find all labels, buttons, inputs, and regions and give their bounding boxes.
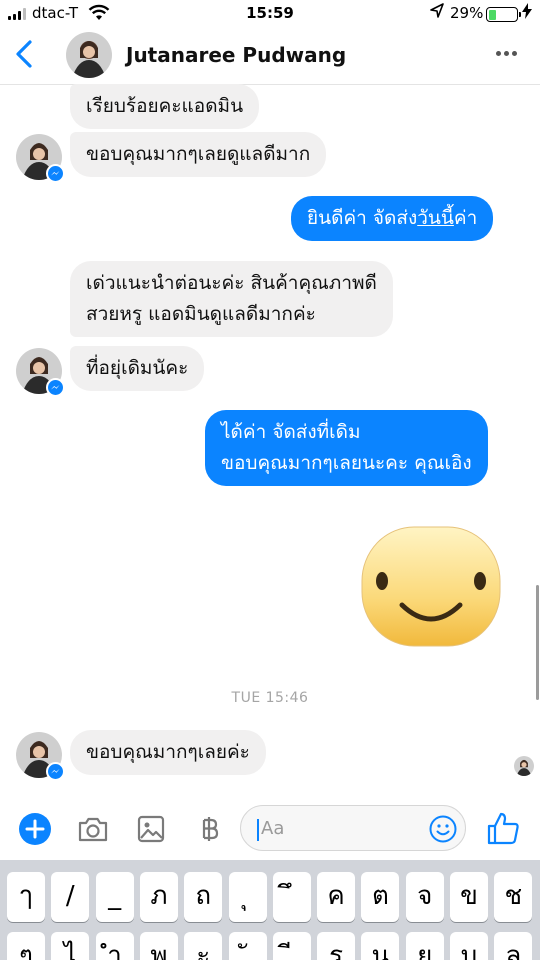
keyboard-key[interactable]: ย [405,932,444,960]
seen-indicator-avatar [514,756,534,776]
keyboard-key[interactable]: บ [450,932,488,960]
sender-avatar[interactable] [16,732,65,781]
message-input[interactable]: Aa [240,805,466,851]
message-text: ขอบคุณมากๆเลยดูแลดีมาก [86,143,311,165]
keyboard-key[interactable]: ช [494,872,533,922]
plus-icon[interactable] [18,812,52,846]
message-text: สวยหรู แอดมินดูแลดีมากค่ะ [86,303,316,325]
keyboard-key[interactable]: ึ [272,872,311,922]
avatar[interactable] [66,32,112,78]
keyboard-key[interactable]: ี [272,932,311,960]
message-text: ขอบคุณมากๆเลยนะคะ คุณเอิง [221,452,472,474]
keyboard-key[interactable]: ุ [228,872,267,922]
sender-avatar[interactable] [16,134,65,183]
conversation-header: Jutanaree Pudwang [0,30,540,85]
keyboard-key[interactable]: ต [361,872,400,922]
location-icon [430,3,444,23]
sender-avatar[interactable] [16,348,65,397]
thumbs-up-icon[interactable] [486,810,520,846]
message-bubble[interactable]: ขอบคุณมากๆเลยดูแลดีมาก [70,132,327,177]
camera-icon[interactable] [76,812,110,846]
thai-keyboard: ๅ/_ภถุึคตจขชๆไำพะัีรนยบล [0,860,540,960]
keyboard-key[interactable]: ล [494,932,533,960]
more-icon[interactable] [496,51,517,56]
messenger-badge-icon [46,164,65,183]
keyboard-key[interactable]: / [51,872,90,922]
message-bubble[interactable]: ยินดีค่า จัดส่งวันนี้ค่า [291,196,494,241]
keyboard-key[interactable]: ๅ [7,872,45,922]
back-icon[interactable] [10,34,40,74]
keyboard-key[interactable]: ำ [95,932,134,960]
message-bubble[interactable]: เรียบร้อยคะแอดมิน [70,84,260,129]
message-link-text[interactable]: วันนี้ [417,207,454,229]
keyboard-key[interactable]: น [361,932,400,960]
keyboard-key[interactable]: พ [139,932,178,960]
message-text: เรียบร้อยคะแอดมิน [86,95,244,117]
keyboard-key[interactable]: ะ [184,932,223,960]
message-bubble[interactable]: ได้ค่า จัดส่งที่เดิม ขอบคุณมากๆเลยนะคะ ค… [205,410,488,486]
scrollbar[interactable] [536,585,539,700]
message-text: ค่า [453,207,478,229]
keyboard-key[interactable]: ร [317,932,356,960]
keyboard-key[interactable]: ๆ [7,932,45,960]
message-text: ได้ค่า จัดส่งที่เดิม [221,421,361,443]
message-input-placeholder: Aa [261,818,285,839]
timestamp: TUE 15:46 [231,690,309,706]
keyboard-key[interactable]: ถ [184,872,223,922]
keyboard-key[interactable]: ภ [139,872,178,922]
message-text: เด่วแนะนำต่อนะค่ะ สินค้าคุณภาพดี [86,272,377,294]
composer-bar: Aa [0,800,540,860]
message-bubble[interactable]: ที่อยุ่เดิมนัคะ [70,346,205,391]
keyboard-key[interactable]: ข [450,872,488,922]
charging-icon [522,3,532,23]
battery-percent: 29% [450,4,484,22]
messenger-badge-icon [46,762,65,781]
gallery-icon[interactable] [134,812,168,846]
keyboard-key[interactable]: ไ [51,932,90,960]
keyboard-key[interactable]: จ [405,872,444,922]
smiley-emoji[interactable] [360,525,502,648]
message-bubble[interactable]: ขอบคุณมากๆเลยค่ะ [70,730,266,775]
keyboard-key[interactable]: ค [317,872,356,922]
keyboard-key[interactable]: ั [228,932,267,960]
text-caret [257,819,259,841]
message-text: ยินดีค่า จัดส่ง [307,207,418,229]
keyboard-key[interactable]: _ [95,872,134,922]
battery-icon [486,7,521,22]
baht-icon[interactable] [192,812,226,846]
messenger-badge-icon [46,378,65,397]
contact-name[interactable]: Jutanaree Pudwang [126,43,346,67]
message-text: ขอบคุณมากๆเลยค่ะ [86,741,250,763]
message-text: ที่อยุ่เดิมนัคะ [86,357,189,379]
message-bubble[interactable]: เด่วแนะนำต่อนะค่ะ สินค้าคุณภาพดี สวยหรู … [70,261,393,337]
emoji-icon[interactable] [429,815,457,843]
status-bar: dtac-T 15:59 29% [0,0,540,30]
